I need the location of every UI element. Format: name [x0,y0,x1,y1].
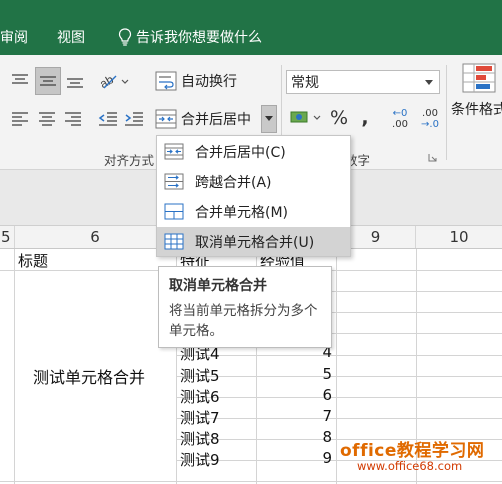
wrap-text-button[interactable]: 自动换行 [155,67,247,95]
menu-item-label: 取消单元格合并(U) [195,234,315,251]
wrap-text-label: 自动换行 [181,74,237,90]
chevron-down-icon [265,116,273,121]
align-right-button[interactable] [61,105,85,131]
cell-value[interactable]: 8 [256,428,332,446]
cell-name[interactable]: 测试7 [180,407,220,428]
chevron-down-icon [425,80,433,85]
col-divider [336,249,337,484]
col-divider [14,249,15,484]
accounting-format-button[interactable] [288,105,324,131]
row-divider [176,418,502,419]
cell-value[interactable]: 6 [256,386,332,404]
merge-dropdown-menu: 合并后居中(C) 跨越合并(A) 合并单元格(M) 取消单元格合并(U) [156,135,351,257]
menu-item-unmerge-cells[interactable]: 取消单元格合并(U) [157,227,350,256]
merge-center-button[interactable]: 合并后居中 [155,105,261,133]
align-center-button[interactable] [35,105,59,131]
cell-value[interactable]: 9 [256,449,332,467]
number-format-value: 常规 [291,75,319,91]
cell-name[interactable]: 测试6 [180,386,220,407]
align-center-icon [39,112,55,126]
menu-item-label: 合并后居中(C) [195,144,286,161]
menu-item-label: 跨越合并(A) [195,174,272,191]
align-bottom-button[interactable] [63,68,87,94]
cell-value[interactable]: 5 [256,365,332,383]
cell-name[interactable]: 测试8 [180,428,220,449]
comma-style-button[interactable]: , [355,105,375,131]
align-right-icon [65,112,81,126]
increase-indent-button[interactable] [122,105,146,131]
cell-name[interactable]: 测试5 [180,365,220,386]
conditional-format-label: 条件格式 [451,102,502,118]
increase-indent-icon [125,112,143,126]
align-top-icon [12,74,28,84]
tooltip-description: 将当前单元格拆分为多个单元格。 [169,303,318,339]
increase-decimal-icon-bottom: .00 [392,119,408,130]
align-bottom-icon [67,78,83,88]
ribbon-tab-bar: 审阅 视图 告诉我你想要做什么 [0,0,502,55]
wrap-text-icon [155,71,177,91]
merged-cell[interactable]: 测试单元格合并 [33,364,145,388]
column-header[interactable]: 10 [416,226,502,248]
watermark-logo-text: office教程学习网 [340,441,485,461]
svg-text:ab: ab [98,72,116,90]
align-left-button[interactable] [8,105,32,131]
align-top-button[interactable] [8,68,32,94]
menu-item-merge-center[interactable]: 合并后居中(C) [157,137,350,166]
decrease-indent-icon [98,112,117,126]
align-middle-button[interactable] [35,67,61,95]
merge-dropdown-button[interactable] [261,105,277,133]
merge-across-icon [164,173,184,190]
merge-center-label: 合并后居中 [181,112,251,128]
tell-me-label: 告诉我你想要做什么 [136,30,262,46]
column-header[interactable]: 5 [0,226,15,248]
decrease-decimal-icon-top: .00 [422,108,438,119]
unmerge-cells-icon [164,233,184,250]
watermark-url: www.office68.com [357,459,463,473]
decrease-decimal-icon-bottom: →.0 [421,119,439,130]
column-header[interactable]: 6 [15,226,176,248]
align-middle-icon [40,76,56,86]
tooltip-title: 取消单元格合并 [169,278,267,294]
row-divider [176,397,502,398]
cell-title-header[interactable]: 标题 [18,250,48,271]
merge-cells-icon [164,203,184,220]
conditional-format-button[interactable]: 条件格式 [449,63,502,143]
decrease-indent-button[interactable] [96,105,120,131]
number-format-select[interactable]: 常规 [286,70,440,94]
row-divider [176,355,502,356]
menu-item-label: 合并单元格(M) [195,204,289,221]
orientation-button[interactable]: ab [96,68,132,94]
comma-icon: , [361,107,369,129]
merge-center-icon [155,109,177,129]
conditional-format-icon [462,63,496,93]
percent-icon: % [329,107,349,129]
percent-style-button[interactable]: % [327,105,351,131]
dialog-launcher-icon[interactable] [428,153,437,162]
row-divider [0,481,502,482]
tab-review[interactable]: 审阅 [0,27,28,47]
text-orientation-icon: ab [98,72,129,90]
merge-center-icon [164,143,184,160]
cell-name[interactable]: 测试9 [180,449,220,470]
increase-decimal-icon-top: ←0 [392,108,408,119]
tell-me-box[interactable]: 告诉我你想要做什么 [118,27,262,47]
tab-view[interactable]: 视图 [57,27,85,47]
tooltip: 取消单元格合并 将当前单元格拆分为多个单元格。 [158,266,332,348]
menu-item-merge-cells[interactable]: 合并单元格(M) [157,197,350,226]
increase-decimal-button[interactable]: ←0 .00 [386,104,414,134]
currency-icon [290,111,321,123]
row-divider [176,376,502,377]
alignment-group-label: 对齐方式 [104,153,155,168]
lightbulb-icon [118,28,132,46]
decrease-decimal-button[interactable]: .00 →.0 [416,104,444,134]
cell-value[interactable]: 7 [256,407,332,425]
row-divider [0,270,15,271]
group-separator [446,65,447,160]
align-left-icon [12,112,28,126]
menu-item-merge-across[interactable]: 跨越合并(A) [157,167,350,196]
